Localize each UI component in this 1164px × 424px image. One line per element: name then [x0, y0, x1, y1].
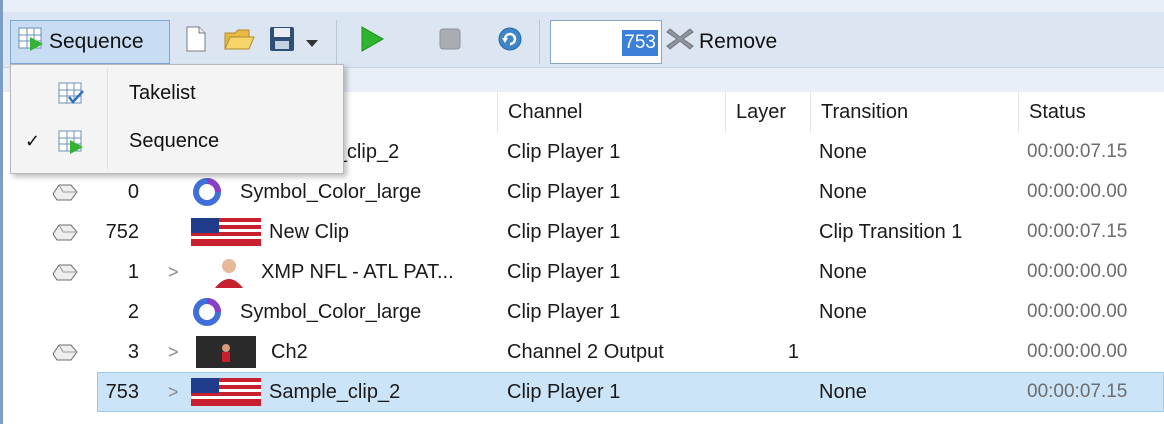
row-transition: None — [819, 261, 867, 283]
column-header-transition[interactable]: Transition — [810, 92, 1018, 132]
row-channel: Clip Player 1 — [507, 221, 621, 243]
counter-input[interactable]: 753 — [550, 20, 662, 64]
symbol-ring-thumbnail — [191, 296, 241, 328]
column-header-channel[interactable]: Channel — [497, 92, 725, 132]
table-row[interactable]: 0 Symbol_Color_large Clip Player 1 None … — [3, 172, 1164, 212]
menu-item-label: Sequence — [129, 130, 220, 152]
row-channel: Clip Player 1 — [507, 381, 621, 403]
remove-button-label: Remove — [699, 30, 778, 53]
table-row[interactable]: 752 New Clip Clip Player 1 Clip Transiti… — [3, 212, 1164, 252]
sequence-icon — [57, 129, 85, 161]
dropdown-arrow-icon — [306, 31, 318, 54]
row-name: XMP NFL - ATL PAT... — [261, 261, 454, 283]
refresh-button[interactable] — [490, 20, 530, 64]
new-button[interactable] — [179, 20, 213, 64]
row-status: 00:00:07.15 — [1027, 141, 1128, 162]
gem-icon — [51, 182, 79, 208]
row-transition: None — [819, 141, 867, 163]
row-channel: Clip Player 1 — [507, 141, 621, 163]
row-index: 0 — [127, 181, 139, 203]
row-status: 00:00:00.00 — [1027, 301, 1128, 322]
save-icon — [268, 25, 296, 59]
row-channel: Clip Player 1 — [507, 261, 621, 283]
row-index: 752 — [105, 221, 139, 243]
row-transition: Clip Transition 1 — [819, 221, 963, 243]
gem-icon — [51, 342, 79, 368]
expand-chevron-icon[interactable]: > — [168, 332, 179, 372]
channel-screen-thumbnail — [196, 336, 256, 368]
row-index: 1 — [127, 261, 139, 283]
row-transition: None — [819, 381, 867, 403]
remove-button[interactable]: Remove — [665, 20, 805, 64]
row-name: Symbol_Color_large — [240, 181, 422, 203]
toolbar-separator — [539, 20, 540, 64]
row-transition: None — [819, 181, 867, 203]
expand-chevron-icon[interactable]: > — [168, 372, 179, 412]
save-options-dropdown[interactable] — [301, 20, 323, 64]
checkmark-icon: ✓ — [25, 131, 41, 151]
row-name: New Clip — [269, 221, 350, 243]
remove-x-icon — [665, 25, 695, 59]
mode-dropdown-menu: Takelist ✓ Sequence — [10, 64, 344, 174]
row-channel: Clip Player 1 — [507, 181, 621, 203]
takelist-icon — [57, 81, 85, 113]
open-button[interactable] — [219, 20, 259, 64]
row-channel: Clip Player 1 — [507, 301, 621, 323]
row-name: Ch2 — [271, 341, 308, 363]
row-name: Sample_clip_2 — [269, 381, 401, 403]
row-index: 753 — [105, 381, 139, 403]
table-row[interactable]: 2 Symbol_Color_large Clip Player 1 None … — [3, 292, 1164, 332]
expand-chevron-icon[interactable]: > — [168, 252, 179, 292]
table-row[interactable]: 1 > XMP NFL - ATL PAT... Clip Player 1 N… — [3, 252, 1164, 292]
play-icon — [359, 25, 385, 59]
symbol-ring-thumbnail — [191, 176, 241, 208]
flag-thumbnail — [191, 216, 261, 248]
row-name: Symbol_Color_large — [240, 301, 422, 323]
new-file-icon — [184, 25, 208, 59]
column-header-status[interactable]: Status — [1018, 92, 1164, 132]
play-button[interactable] — [352, 20, 392, 64]
stop-icon — [438, 27, 462, 57]
person-thumbnail — [209, 256, 259, 288]
sequence-mode-button[interactable]: Sequence — [10, 20, 170, 64]
row-channel: Channel 2 Output — [507, 341, 664, 363]
row-layer: 1 — [787, 341, 799, 363]
sequence-button-label: Sequence — [49, 30, 144, 53]
counter-input-value: 753 — [622, 30, 658, 56]
row-index: 2 — [127, 301, 139, 323]
flag-thumbnail — [191, 376, 261, 408]
toolbar-separator — [336, 20, 337, 64]
row-status: 00:00:07.15 — [1027, 221, 1128, 242]
stop-button[interactable] — [430, 20, 470, 64]
gem-icon — [51, 222, 79, 248]
sequence-icon — [17, 25, 45, 59]
open-folder-icon — [223, 25, 255, 59]
row-transition: None — [819, 301, 867, 323]
refresh-icon — [497, 26, 523, 58]
menu-item-sequence[interactable]: ✓ Sequence — [11, 119, 343, 165]
row-index: 3 — [127, 341, 139, 363]
gem-icon — [51, 262, 79, 288]
table-row[interactable]: 3 > Ch2 Channel 2 Output 1 00:00:00.00 — [3, 332, 1164, 372]
row-status: 00:00:00.00 — [1027, 261, 1128, 282]
save-button[interactable] — [265, 20, 299, 64]
column-header-layer[interactable]: Layer — [725, 92, 810, 132]
row-status: 00:00:07.15 — [1027, 381, 1128, 402]
row-status: 00:00:00.00 — [1027, 181, 1128, 202]
row-status: 00:00:00.00 — [1027, 341, 1128, 362]
menu-item-label: Takelist — [129, 82, 196, 104]
menu-item-takelist[interactable]: Takelist — [11, 71, 343, 117]
table-row-selected[interactable]: 753 > Sample_clip_2 Clip Player 1 None 0… — [3, 372, 1164, 412]
